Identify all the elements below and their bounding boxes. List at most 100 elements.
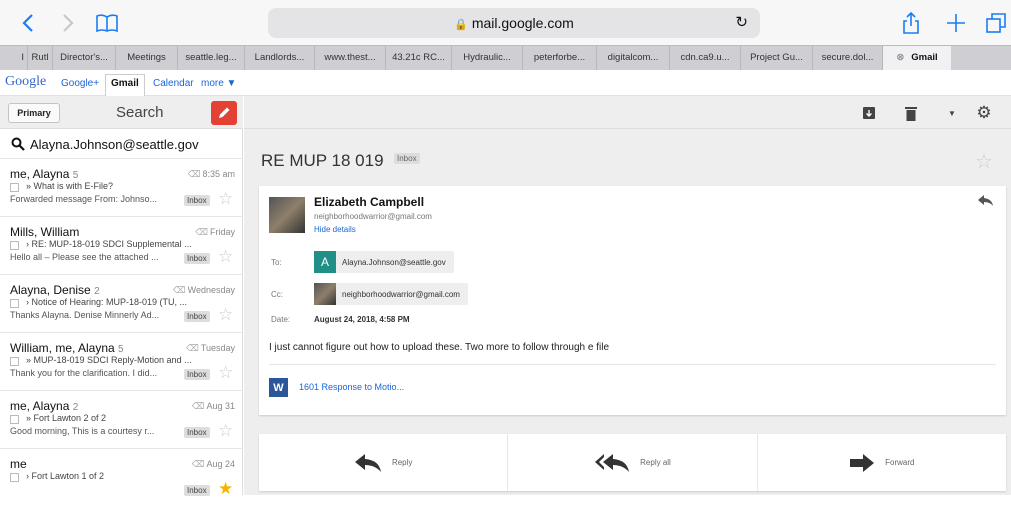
- thread-time: Tuesday: [200, 343, 235, 353]
- thread-time: Aug 31: [206, 401, 235, 411]
- tab[interactable]: I: [0, 46, 28, 71]
- search-query-row[interactable]: Alayna.Johnson@seattle.gov: [0, 129, 243, 159]
- tab[interactable]: cdn.ca9.u...: [670, 46, 741, 71]
- archive-icon[interactable]: [860, 104, 878, 122]
- tab-gmail[interactable]: ⊗ Gmail: [883, 46, 951, 71]
- thread-row[interactable]: me, Alayna 2 ⌫ Aug 31 » Fort Lawton 2 of …: [0, 392, 243, 449]
- reply-label: Reply: [391, 458, 413, 467]
- thread-row[interactable]: William, me, Alayna 5 ⌫ Tuesday » MUP-18-…: [0, 334, 243, 391]
- reply-icon[interactable]: [978, 194, 994, 212]
- inbox-label: Inbox: [184, 195, 210, 206]
- forward-nav-icon[interactable]: [58, 12, 78, 34]
- inbox-label: Inbox: [184, 253, 210, 264]
- reply-icon: [354, 453, 381, 472]
- label-icon: ⌫: [172, 285, 186, 295]
- cc-email: neighborhoodwarrior@gmail.com: [342, 289, 460, 299]
- label-icon: ⌫: [191, 401, 205, 411]
- star-icon[interactable]: ☆: [218, 422, 233, 439]
- cc-recipient[interactable]: neighborhoodwarrior@gmail.com: [314, 283, 468, 305]
- word-icon[interactable]: W: [269, 378, 288, 397]
- link-gmail[interactable]: Gmail: [105, 74, 145, 96]
- tab[interactable]: seattle.leg...: [178, 46, 245, 71]
- thread-row[interactable]: Mills, William ⌫ Friday › RE: MUP-18-019 …: [0, 218, 243, 275]
- thread-count: 5: [118, 344, 124, 355]
- tab[interactable]: Project Gu...: [741, 46, 813, 71]
- search-label[interactable]: Search: [116, 104, 164, 121]
- tab[interactable]: secure.dol...: [813, 46, 883, 71]
- tab[interactable]: 43.21c RC...: [386, 46, 452, 71]
- star-icon[interactable]: ☆: [218, 306, 233, 323]
- thread-subject: » What is with E-File?: [26, 181, 114, 191]
- thread-count: 5: [72, 170, 79, 181]
- compose-icon: [219, 107, 230, 118]
- thread-time: Wednesday: [187, 285, 235, 295]
- reply-all-button[interactable]: Reply all: [508, 434, 758, 491]
- cc-label: Cc:: [271, 290, 283, 299]
- thread-count: 2: [72, 402, 79, 413]
- forward-button[interactable]: Forward: [758, 434, 1006, 491]
- thread-checkbox[interactable]: [10, 299, 19, 308]
- thread-sender: me, Alayna: [10, 399, 70, 413]
- thread-row[interactable]: me, Alayna 5 ⌫ 8:35 am » What is with E-F…: [0, 160, 243, 217]
- browser-toolbar: 🔒 mail.google.com ↻: [0, 0, 1011, 45]
- thread-time: Friday: [209, 227, 235, 237]
- sender-name: Elizabeth Campbell: [314, 195, 425, 209]
- sender-avatar: [269, 197, 305, 233]
- reload-icon[interactable]: ↻: [735, 8, 748, 38]
- tab[interactable]: Meetings: [116, 46, 178, 71]
- label-icon: ⌫: [187, 169, 201, 179]
- thread-row[interactable]: Alayna, Denise 2 ⌫ Wednesday › Notice of …: [0, 276, 243, 333]
- star-icon[interactable]: ☆: [975, 149, 993, 174]
- close-tab-icon[interactable]: ⊗: [896, 52, 904, 63]
- bookmarks-icon[interactable]: [94, 11, 120, 35]
- reply-button[interactable]: Reply: [259, 434, 509, 491]
- thread-sender: Alayna, Denise: [10, 283, 91, 297]
- google-logo[interactable]: Google: [5, 74, 46, 90]
- tab-strip: I Rutl Director's... Meetings seattle.le…: [0, 45, 1011, 71]
- thread-checkbox[interactable]: [10, 357, 19, 366]
- subject-inbox-label: Inbox: [394, 153, 420, 164]
- back-icon[interactable]: [18, 12, 38, 34]
- tab[interactable]: peterforbe...: [523, 46, 597, 71]
- link-more[interactable]: more ▼: [201, 78, 236, 89]
- search-icon: [11, 137, 25, 151]
- tab[interactable]: www.thest...: [315, 46, 386, 71]
- settings-icon[interactable]: ⚙: [975, 103, 993, 122]
- attachment-link[interactable]: 1601 Response to Motio...: [299, 382, 404, 392]
- thread-time: Aug 24: [206, 459, 235, 469]
- to-recipient[interactable]: A Alayna.Johnson@seattle.gov: [314, 251, 454, 273]
- message-card: Elizabeth Campbell neighborhoodwarrior@g…: [259, 186, 1006, 415]
- message-body: I just cannot figure out how to upload t…: [269, 342, 610, 353]
- star-icon[interactable]: ☆: [218, 190, 233, 207]
- thread-checkbox[interactable]: [10, 473, 19, 482]
- thread-count: 2: [94, 286, 100, 297]
- thread-snippet: Thanks Alayna. Denise Minnerly Ad...: [10, 310, 160, 320]
- thread-checkbox[interactable]: [10, 183, 19, 192]
- dropdown-icon[interactable]: ▼: [943, 104, 961, 122]
- tab-label: Gmail: [911, 52, 938, 63]
- thread-row[interactable]: me ⌫ Aug 24 › Fort Lawton 1 of 2 Inbox ★: [0, 450, 243, 507]
- star-icon[interactable]: ☆: [218, 364, 233, 381]
- forward-label: Forward: [885, 458, 915, 467]
- thread-subject: › Notice of Hearing: MUP-18-019 (TU, ...: [26, 297, 188, 307]
- address-bar[interactable]: 🔒 mail.google.com ↻: [268, 8, 760, 38]
- primary-button[interactable]: Primary: [8, 103, 60, 123]
- star-icon[interactable]: ★: [218, 480, 233, 497]
- share-icon[interactable]: [900, 10, 922, 36]
- trash-icon[interactable]: [902, 104, 920, 122]
- tab[interactable]: digitalcom...: [597, 46, 670, 71]
- thread-checkbox[interactable]: [10, 415, 19, 424]
- link-google-plus[interactable]: Google+: [61, 78, 99, 89]
- tabs-icon[interactable]: [984, 10, 1008, 36]
- link-calendar[interactable]: Calendar: [153, 78, 194, 89]
- new-tab-icon[interactable]: [944, 10, 968, 36]
- thread-subject: › RE: MUP-18-019 SDCI Supplemental ...: [26, 239, 192, 249]
- hide-details-link[interactable]: Hide details: [314, 225, 356, 234]
- star-icon[interactable]: ☆: [218, 248, 233, 265]
- tab[interactable]: Rutl: [28, 46, 53, 71]
- tab[interactable]: Hydraulic...: [452, 46, 523, 71]
- thread-checkbox[interactable]: [10, 241, 19, 250]
- tab[interactable]: Director's...: [53, 46, 116, 71]
- tab[interactable]: Landlords...: [245, 46, 315, 71]
- compose-button[interactable]: [211, 101, 237, 125]
